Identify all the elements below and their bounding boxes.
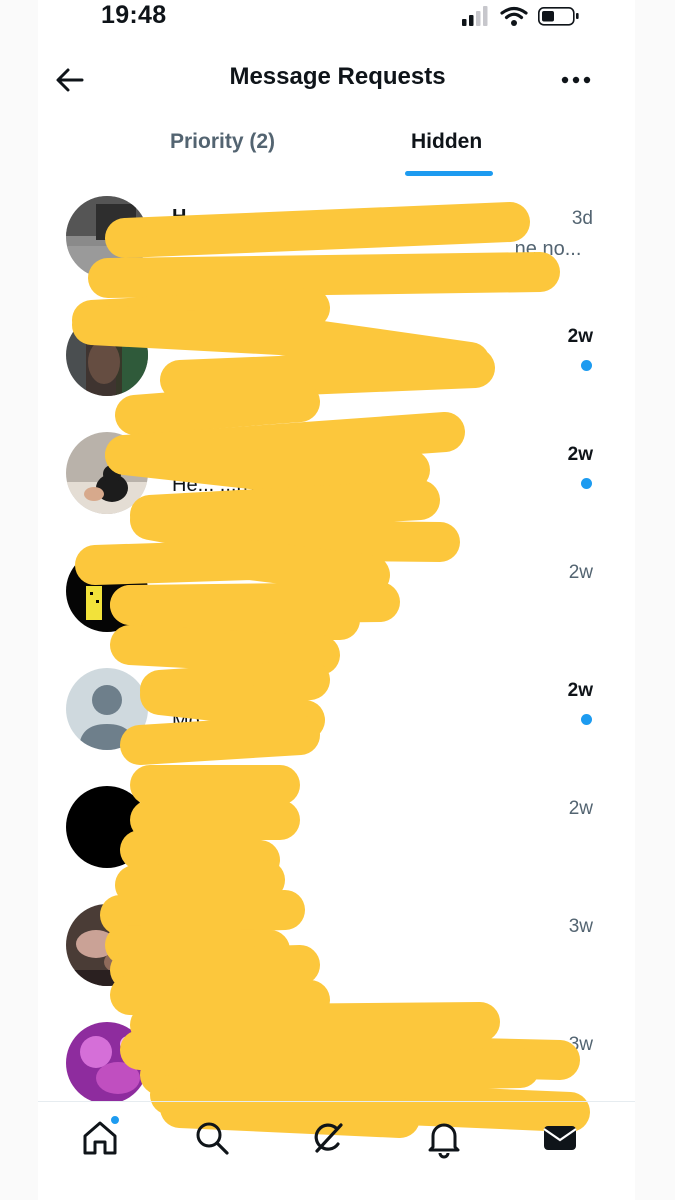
- tab-priority[interactable]: Priority (2): [170, 130, 275, 154]
- bell-icon[interactable]: [422, 1116, 466, 1160]
- more-horizontal-icon[interactable]: [556, 66, 596, 94]
- conversation-preview: He... ...n? x: [172, 474, 275, 496]
- conversation-row[interactable]: ...nnh Mo... 2w: [38, 668, 635, 786]
- conversation-name: ...nnh: [268, 678, 322, 700]
- conversation-preview: ...ne no...: [498, 238, 582, 260]
- conversation-row[interactable]: 2w: [38, 314, 635, 432]
- active-tab-indicator: [405, 171, 493, 176]
- avatar: [66, 904, 148, 986]
- avatar: [66, 550, 148, 632]
- messages-icon[interactable]: [538, 1116, 582, 1160]
- conversation-row[interactable]: ma... 2w: [38, 786, 635, 904]
- status-icons: [462, 6, 579, 26]
- conversation-time: 2w: [567, 680, 593, 701]
- avatar: [66, 196, 148, 278]
- conversation-time: 3w: [568, 1034, 593, 1055]
- conversation-preview: Tal...: [172, 592, 215, 614]
- screenshot-left-margin: [0, 0, 38, 1200]
- battery-icon: [538, 7, 579, 26]
- search-icon[interactable]: [190, 1116, 234, 1160]
- conversation-time: 2w: [567, 444, 593, 465]
- conversation-preview: Mo...: [172, 710, 217, 732]
- cellular-signal-icon: [462, 6, 488, 26]
- conversation-time: 3d: [571, 208, 593, 229]
- status-bar: 19:48: [0, 0, 675, 40]
- home-notification-dot: [109, 1114, 121, 1126]
- unread-indicator: [581, 714, 592, 725]
- conversation-row[interactable]: H ...ne no... 3d: [38, 196, 635, 314]
- avatar: [66, 1022, 148, 1102]
- conversation-time: 2w: [568, 562, 593, 583]
- conversation-row[interactable]: 3w: [38, 1022, 635, 1102]
- avatar: [66, 432, 148, 514]
- avatar: [66, 786, 148, 868]
- conversation-time: 2w: [567, 326, 593, 347]
- conversation-row[interactable]: Tal... 2w: [38, 550, 635, 668]
- grok-icon[interactable]: [306, 1116, 350, 1160]
- bottom-nav: [38, 1102, 635, 1200]
- conversation-row[interactable]: He... ...n? x 2w: [38, 432, 635, 550]
- screenshot-right-margin: [635, 0, 675, 1200]
- conversation-preview: ma...: [172, 828, 217, 850]
- conversation-row[interactable]: 3w: [38, 904, 635, 1022]
- conversation-time: 2w: [568, 798, 593, 819]
- status-time: 19:48: [101, 1, 167, 29]
- wifi-icon: [500, 6, 528, 26]
- tab-hidden[interactable]: Hidden: [411, 130, 482, 154]
- unread-indicator: [581, 478, 592, 489]
- conversation-time: 3w: [568, 916, 593, 937]
- unread-indicator: [581, 360, 592, 371]
- default-avatar-icon: [66, 668, 148, 750]
- conversation-name: H: [172, 206, 187, 228]
- avatar: [66, 314, 148, 396]
